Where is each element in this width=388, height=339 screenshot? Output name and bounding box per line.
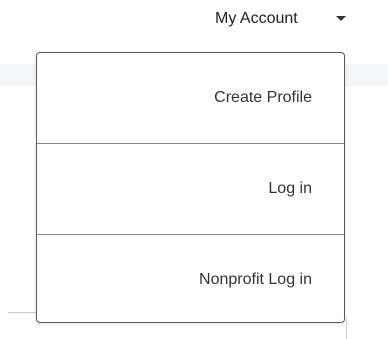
my-account-label: My Account bbox=[215, 10, 298, 27]
menu-item-create-profile[interactable]: Create Profile bbox=[37, 53, 344, 143]
menu-item-label: Create Profile bbox=[214, 89, 312, 106]
menu-item-log-in[interactable]: Log in bbox=[37, 144, 344, 234]
menu-item-label: Nonprofit Log in bbox=[199, 271, 312, 288]
my-account-dropdown-toggle[interactable]: My Account bbox=[205, 0, 360, 38]
menu-item-label: Log in bbox=[268, 180, 312, 197]
background-vertical-line bbox=[346, 318, 347, 339]
caret-down-icon bbox=[336, 16, 346, 21]
background-divider-line bbox=[8, 312, 38, 313]
account-dropdown-menu: Create Profile Log in Nonprofit Log in bbox=[36, 52, 345, 323]
menu-item-nonprofit-log-in[interactable]: Nonprofit Log in bbox=[37, 235, 344, 322]
